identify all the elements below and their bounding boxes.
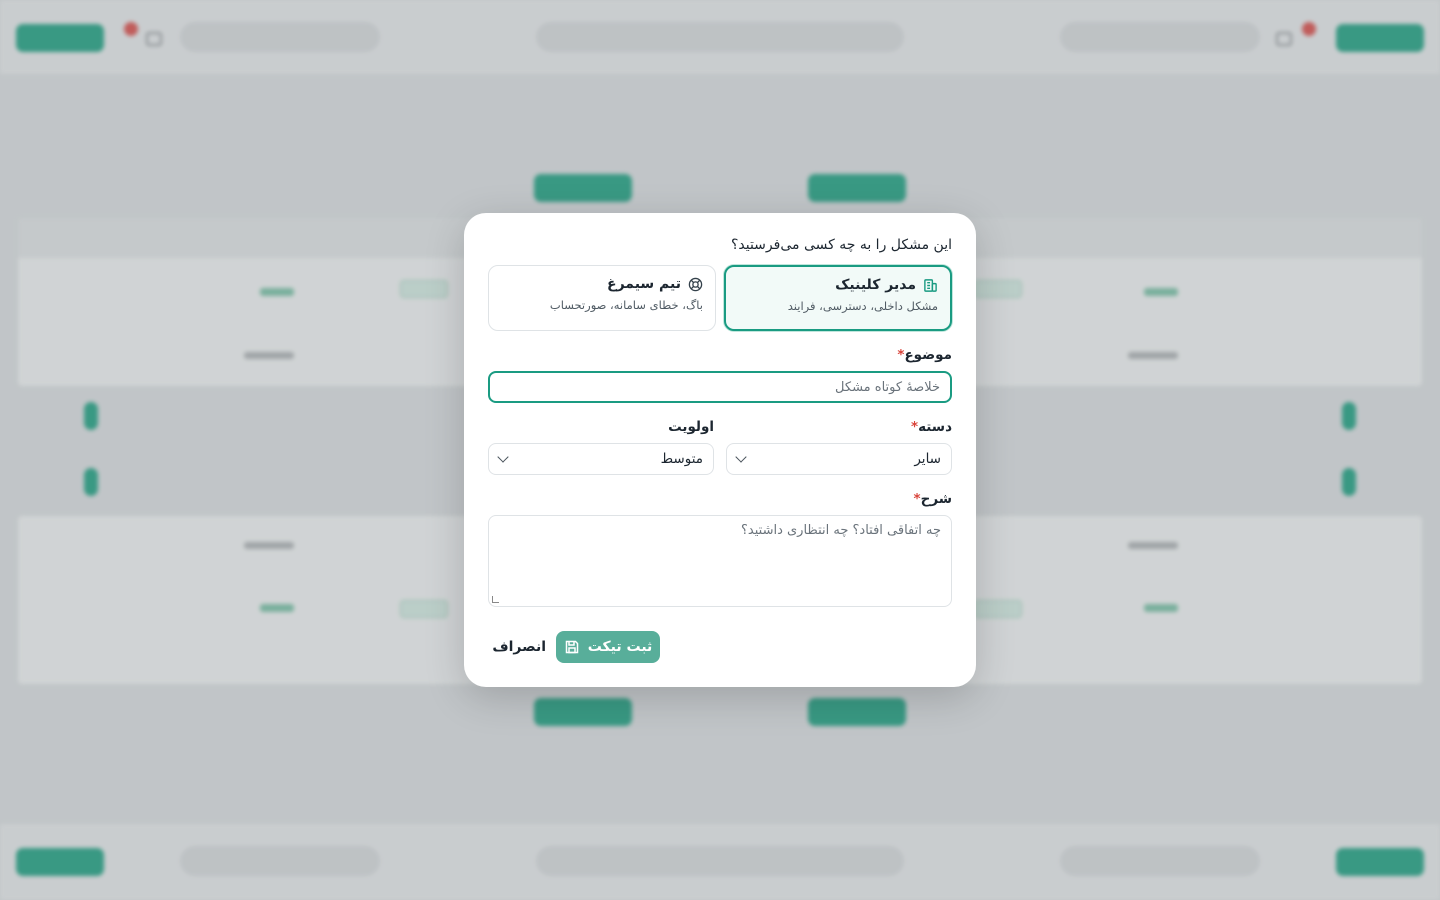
required-mark: * <box>913 491 921 507</box>
subject-label: موضوع* <box>894 347 952 363</box>
priority-value: متوسط <box>660 451 703 467</box>
cancel-button[interactable]: انصراف <box>492 631 546 663</box>
description-textarea[interactable]: چه اتفاقی افتاد؟ چه انتظاری داشتید؟ <box>488 515 952 607</box>
description-placeholder: چه اتفاقی افتاد؟ چه انتظاری داشتید؟ <box>741 523 941 538</box>
category-label-text: دسته <box>918 419 952 435</box>
recipient-option-clinic-manager[interactable]: مدیر کلینیک مشکل داخلی، دسترسی، فرایند <box>724 265 952 331</box>
description-label: شرح* <box>911 491 952 507</box>
submit-label: ثبت تیکت <box>587 639 653 655</box>
recipient-question: این مشکل را به چه کسی می‌فرستید؟ <box>730 237 952 253</box>
category-select[interactable]: سایر <box>726 443 952 475</box>
priority-select[interactable]: متوسط <box>488 443 714 475</box>
chevron-down-icon <box>497 451 509 463</box>
new-ticket-dialog: این مشکل را به چه کسی می‌فرستید؟ مدیر کل… <box>464 213 976 687</box>
lifebuoy-icon <box>687 276 703 292</box>
building-icon <box>922 277 938 293</box>
recipient-title: مدیر کلینیک <box>835 277 916 293</box>
chevron-down-icon <box>735 451 747 463</box>
subject-input[interactable]: خلاصهٔ کوتاه مشکل <box>488 371 952 403</box>
category-label: دسته* <box>908 419 952 435</box>
submit-ticket-button[interactable]: ثبت تیکت <box>556 631 660 663</box>
recipient-title: تیم سیمرغ <box>607 276 681 292</box>
description-label-text: شرح <box>920 491 952 507</box>
recipient-subtitle: مشکل داخلی، دسترسی، فرایند <box>787 299 938 313</box>
recipient-subtitle: باگ، خطای سامانه، صورتحساب <box>549 298 703 312</box>
recipient-option-simorgh-team[interactable]: تیم سیمرغ باگ، خطای سامانه، صورتحساب <box>488 265 716 331</box>
subject-placeholder: خلاصهٔ کوتاه مشکل <box>835 379 940 395</box>
priority-label: اولویت <box>668 419 714 435</box>
subject-label-text: موضوع <box>904 347 952 363</box>
save-icon <box>564 639 580 655</box>
category-value: سایر <box>914 451 941 467</box>
resize-handle[interactable] <box>492 596 499 603</box>
